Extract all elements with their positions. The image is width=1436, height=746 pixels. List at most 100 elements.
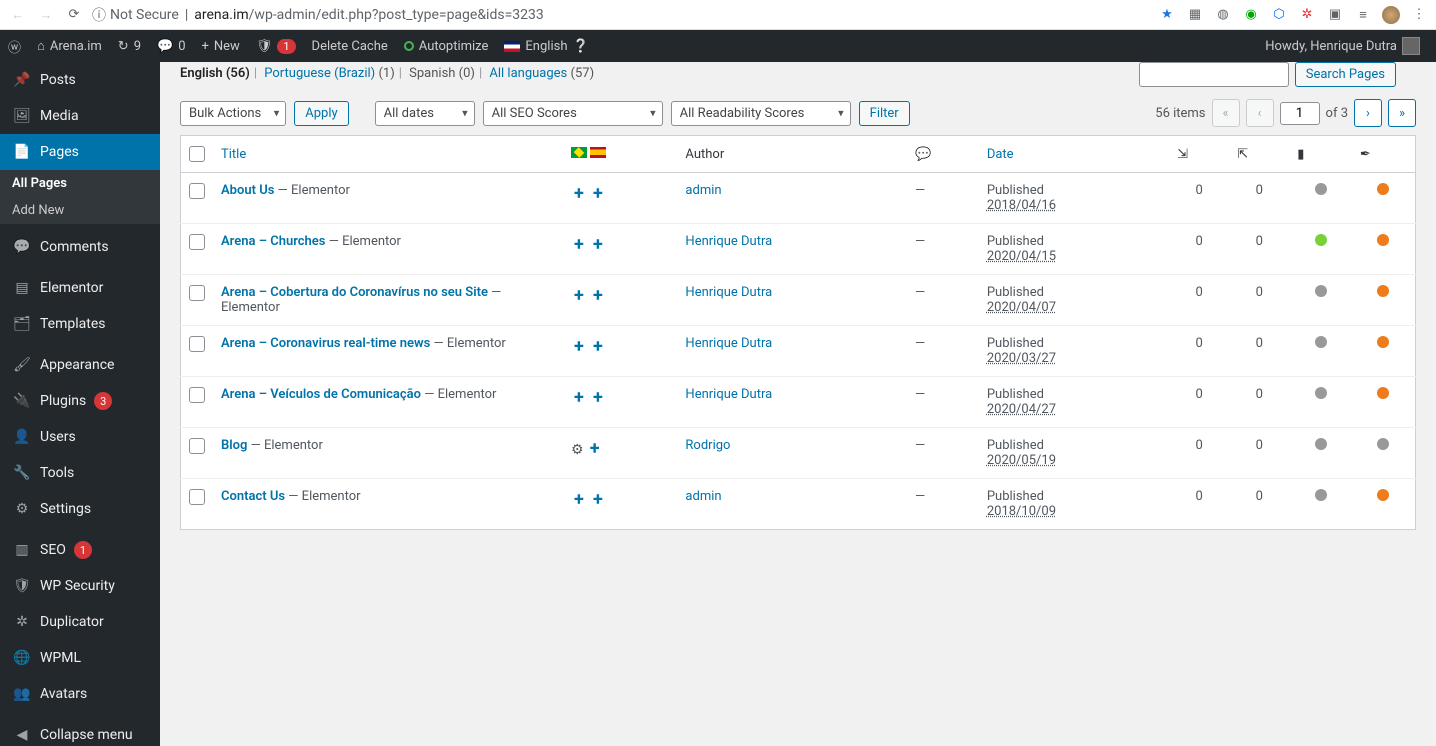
page-input[interactable] bbox=[1280, 102, 1320, 125]
sidebar-all-pages[interactable]: All Pages bbox=[0, 170, 160, 197]
updates-link[interactable]: ↻ 9 bbox=[110, 30, 149, 62]
author-link[interactable]: Henrique Dutra bbox=[685, 285, 772, 300]
ext-icon-1[interactable]: ▦ bbox=[1186, 6, 1204, 24]
filter-button[interactable]: Filter bbox=[859, 101, 910, 126]
author-link[interactable]: admin bbox=[685, 489, 721, 504]
add-translation-icon[interactable]: + bbox=[590, 336, 606, 357]
add-translation-icon[interactable]: + bbox=[587, 438, 603, 459]
col-title[interactable]: Title bbox=[213, 136, 563, 173]
sidebar-comments[interactable]: 💬Comments bbox=[0, 229, 160, 265]
wp-logo[interactable]: ⓦ bbox=[0, 30, 29, 62]
sidebar-users[interactable]: 👤Users bbox=[0, 419, 160, 455]
row-checkbox[interactable] bbox=[189, 438, 205, 454]
row-checkbox[interactable] bbox=[189, 489, 205, 505]
ext-icon-5[interactable]: ✲ bbox=[1298, 6, 1316, 24]
row-checkbox[interactable] bbox=[189, 336, 205, 352]
search-input[interactable] bbox=[1139, 62, 1289, 87]
row-checkbox[interactable] bbox=[189, 387, 205, 403]
sidebar-avatars[interactable]: 👥Avatars bbox=[0, 676, 160, 712]
dates-select[interactable]: All dates bbox=[375, 101, 475, 126]
ext-icon-3[interactable]: ◉ bbox=[1242, 6, 1260, 24]
add-translation-icon[interactable]: + bbox=[590, 285, 606, 306]
lang-portuguese[interactable]: Portuguese (Brazil) bbox=[264, 66, 375, 81]
page-title-link[interactable]: Arena – Cobertura do Coronavírus no seu … bbox=[221, 285, 488, 300]
ext-icon-2[interactable]: ◍ bbox=[1214, 6, 1232, 24]
row-checkbox[interactable] bbox=[189, 183, 205, 199]
autoptimize[interactable]: Autoptimize bbox=[396, 30, 497, 62]
page-title-link[interactable]: Blog bbox=[221, 438, 247, 453]
star-icon[interactable]: ★ bbox=[1158, 6, 1176, 24]
sidebar-wp-security[interactable]: 🛡WP Security bbox=[0, 568, 160, 604]
add-translation-icon[interactable]: + bbox=[571, 489, 587, 510]
sidebar-plugins[interactable]: 🔌Plugins 3 bbox=[0, 383, 160, 419]
add-translation-icon[interactable]: + bbox=[571, 285, 587, 306]
prev-page-button[interactable]: ‹ bbox=[1246, 99, 1274, 127]
seo-scores-select[interactable]: All SEO Scores bbox=[483, 101, 663, 126]
author-link[interactable]: Henrique Dutra bbox=[685, 234, 772, 249]
profile-avatar[interactable] bbox=[1382, 6, 1400, 24]
sidebar-pages[interactable]: 📄Pages bbox=[0, 134, 160, 170]
notifications[interactable]: 🛡 1 bbox=[248, 30, 304, 62]
row-checkbox[interactable] bbox=[189, 234, 205, 250]
author-link[interactable]: Henrique Dutra bbox=[685, 387, 772, 402]
address-bar[interactable]: ⓘ Not Secure | arena.im/wp-admin/edit.ph… bbox=[92, 5, 1150, 25]
first-page-button[interactable]: « bbox=[1212, 99, 1240, 127]
reload-button[interactable]: ⟳ bbox=[64, 5, 84, 25]
lang-all[interactable]: All languages bbox=[489, 66, 567, 81]
sidebar-posts[interactable]: 📌Posts bbox=[0, 62, 160, 98]
add-translation-icon[interactable]: + bbox=[590, 183, 606, 204]
page-title-link[interactable]: Arena – Veículos de Comunicação bbox=[221, 387, 421, 402]
page-title-link[interactable]: Arena – Coronavirus real-time news bbox=[221, 336, 430, 351]
sidebar-wpml[interactable]: 🌐WPML bbox=[0, 640, 160, 676]
ext-icon-4[interactable]: ⬡ bbox=[1270, 6, 1288, 24]
cog-icon[interactable]: ⚙ bbox=[571, 442, 584, 458]
col-comments[interactable]: 💬 bbox=[907, 136, 979, 173]
back-button[interactable]: ← bbox=[8, 5, 28, 25]
add-translation-icon[interactable]: + bbox=[571, 183, 587, 204]
page-title-link[interactable]: Contact Us bbox=[221, 489, 285, 504]
cast-icon[interactable]: ▣ bbox=[1326, 6, 1344, 24]
sidebar-settings[interactable]: ⚙Settings bbox=[0, 491, 160, 527]
playlist-icon[interactable]: ≡ bbox=[1354, 6, 1372, 24]
search-pages-button[interactable]: Search Pages bbox=[1295, 62, 1396, 87]
add-translation-icon[interactable]: + bbox=[571, 234, 587, 255]
last-page-button[interactable]: » bbox=[1388, 99, 1416, 127]
add-translation-icon[interactable]: + bbox=[571, 336, 587, 357]
sidebar-add-new[interactable]: Add New bbox=[0, 197, 160, 224]
language-switch[interactable]: English ❔ bbox=[496, 30, 596, 62]
comments-link[interactable]: 💬 0 bbox=[149, 30, 194, 62]
author-link[interactable]: Rodrigo bbox=[685, 438, 730, 453]
col-author[interactable]: Author bbox=[677, 136, 907, 173]
sidebar-seo[interactable]: ▥SEO 1 bbox=[0, 532, 160, 568]
author-link[interactable]: admin bbox=[685, 183, 721, 198]
sidebar-elementor[interactable]: ▤Elementor bbox=[0, 270, 160, 306]
menu-icon[interactable]: ⋮ bbox=[1410, 6, 1428, 24]
page-title-link[interactable]: About Us bbox=[221, 183, 274, 198]
site-link[interactable]: ⌂ Arena.im bbox=[29, 30, 110, 62]
page-title-link[interactable]: Arena – Churches bbox=[221, 234, 326, 249]
add-translation-icon[interactable]: + bbox=[590, 234, 606, 255]
lang-spanish[interactable]: Spanish (0) bbox=[409, 66, 475, 81]
howdy-user[interactable]: Howdy, Henrique Dutra bbox=[1257, 30, 1428, 62]
sidebar-collapse[interactable]: ◀Collapse menu bbox=[0, 717, 160, 746]
apply-button[interactable]: Apply bbox=[294, 101, 348, 126]
lang-english[interactable]: English (56) bbox=[180, 66, 250, 81]
author-link[interactable]: Henrique Dutra bbox=[685, 336, 772, 351]
sidebar-appearance[interactable]: 🖌Appearance bbox=[0, 347, 160, 383]
col-date[interactable]: Date bbox=[979, 136, 1169, 173]
next-page-button[interactable]: › bbox=[1354, 99, 1382, 127]
select-all-checkbox[interactable] bbox=[189, 146, 205, 162]
add-translation-icon[interactable]: + bbox=[590, 489, 606, 510]
new-link[interactable]: + New bbox=[194, 30, 248, 62]
sidebar-tools[interactable]: 🔧Tools bbox=[0, 455, 160, 491]
sidebar-media[interactable]: 🖼Media bbox=[0, 98, 160, 134]
add-translation-icon[interactable]: + bbox=[590, 387, 606, 408]
sidebar-duplicator[interactable]: ✲Duplicator bbox=[0, 604, 160, 640]
readability-select[interactable]: All Readability Scores bbox=[671, 101, 851, 126]
bulk-actions-select[interactable]: Bulk Actions bbox=[180, 101, 286, 126]
row-checkbox[interactable] bbox=[189, 285, 205, 301]
add-translation-icon[interactable]: + bbox=[571, 387, 587, 408]
forward-button[interactable]: → bbox=[36, 5, 56, 25]
sidebar-templates[interactable]: 🗂Templates bbox=[0, 306, 160, 342]
delete-cache[interactable]: Delete Cache bbox=[304, 30, 396, 62]
